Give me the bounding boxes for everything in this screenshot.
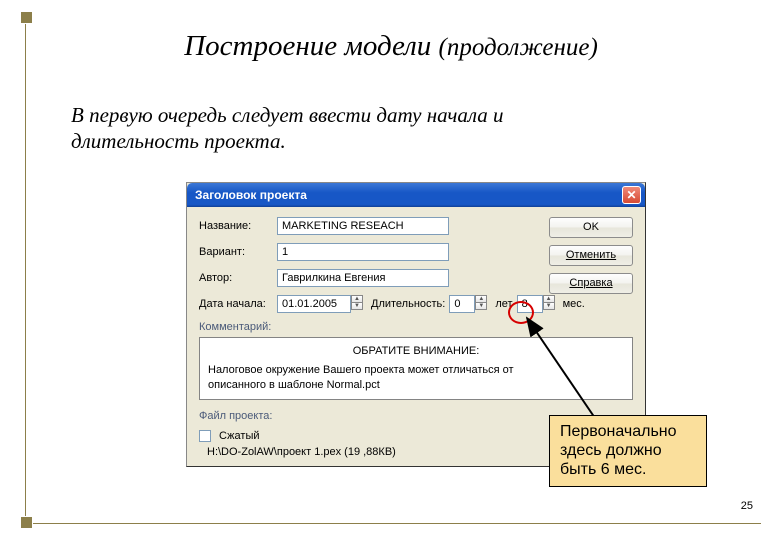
slide-title-sub: (продолжение)	[439, 34, 598, 61]
close-button[interactable]: ✕	[622, 186, 641, 204]
callout-line-1: Первоначально	[560, 422, 696, 441]
chevron-up-icon: ▲	[351, 295, 363, 302]
attention-text-2: описанного в шаблоне Normal.pct	[208, 378, 624, 393]
months-stepper[interactable]: ▲▼	[543, 295, 555, 313]
callout-line-2: здесь должно	[560, 441, 696, 460]
chevron-down-icon: ▼	[475, 302, 487, 310]
frame-vbar	[25, 24, 26, 516]
body-text: В первую очередь следует ввести дату нач…	[71, 102, 711, 155]
chevron-up-icon: ▲	[543, 295, 555, 302]
author-field[interactable]: Гаврилкина Евгения	[277, 269, 449, 287]
months-field[interactable]: 8	[517, 295, 543, 313]
ok-button[interactable]: OK	[549, 217, 633, 238]
help-button[interactable]: Справка	[549, 273, 633, 294]
date-label: Дата начала:	[199, 298, 277, 310]
attention-text-1: Налоговое окружение Вашего проекта может…	[208, 363, 624, 378]
author-label: Автор:	[199, 272, 277, 284]
comment-group: Комментарий:	[199, 321, 633, 333]
dialog-titlebar[interactable]: Заголовок проекта ✕	[187, 183, 645, 207]
comment-panel[interactable]: ОБРАТИТЕ ВНИМАНИЕ: Налоговое окружение В…	[199, 337, 633, 400]
variant-label: Вариант:	[199, 246, 277, 258]
name-field[interactable]: MARKETING RESEACH	[277, 217, 449, 235]
years-unit: лет	[495, 298, 512, 310]
frame-corner-bl	[21, 517, 32, 528]
body-line-1: В первую очередь следует ввести дату нач…	[71, 102, 711, 128]
name-label: Название:	[199, 220, 277, 232]
slide-title-main: Построение модели	[184, 30, 431, 62]
years-stepper[interactable]: ▲▼	[475, 295, 487, 313]
close-icon: ✕	[626, 183, 636, 207]
comment-label: Комментарий:	[199, 321, 271, 333]
callout-note: Первоначально здесь должно быть 6 мес.	[549, 415, 707, 487]
packed-label: Сжатый	[219, 430, 260, 442]
body-line-2: длительность проекта.	[71, 128, 711, 154]
cancel-button[interactable]: Отменить	[549, 245, 633, 266]
variant-field[interactable]: 1	[277, 243, 449, 261]
years-field[interactable]: 0	[449, 295, 475, 313]
page-number: 25	[741, 500, 753, 512]
chevron-up-icon: ▲	[475, 295, 487, 302]
attention-heading: ОБРАТИТЕ ВНИМАНИЕ:	[208, 344, 624, 359]
date-stepper[interactable]: ▲▼	[351, 295, 363, 313]
frame-hbar	[33, 523, 761, 524]
callout-line-3: быть 6 мес.	[560, 460, 696, 479]
dialog-button-column: OK Отменить Справка	[549, 217, 633, 294]
chevron-down-icon: ▼	[351, 302, 363, 310]
date-field[interactable]: 01.01.2005	[277, 295, 351, 313]
months-unit: мес.	[563, 298, 585, 310]
slide-title: Построение модели (продолжение)	[21, 30, 761, 63]
dialog-title: Заголовок проекта	[195, 183, 307, 207]
chevron-down-icon: ▼	[543, 302, 555, 310]
duration-label: Длительность:	[371, 298, 445, 310]
file-label: Файл проекта:	[199, 410, 272, 422]
packed-checkbox[interactable]	[199, 430, 211, 442]
frame-corner-tl	[21, 12, 32, 23]
